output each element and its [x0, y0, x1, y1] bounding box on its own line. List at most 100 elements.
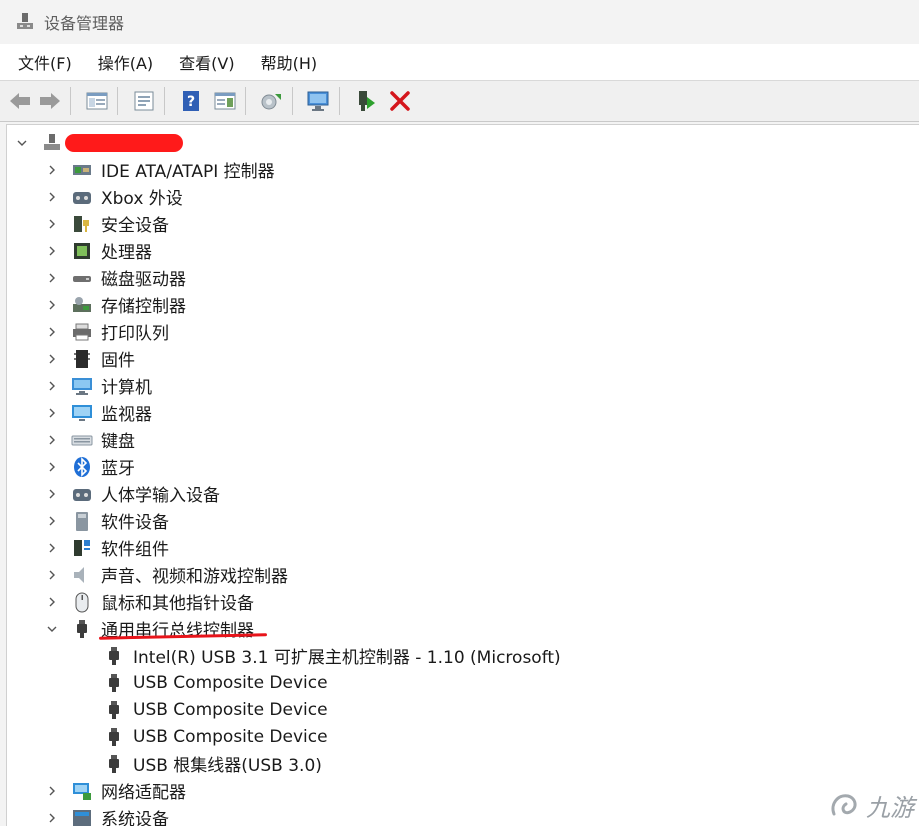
- forward-button[interactable]: [36, 87, 64, 115]
- tree-item-label: USB Composite Device: [133, 700, 328, 720]
- tree-item-label: 固件: [101, 346, 135, 371]
- tree-item-label: 磁盘驱动器: [101, 265, 186, 290]
- chevron-right-icon[interactable]: [45, 460, 59, 474]
- tree-device-item[interactable]: USB Composite Device: [103, 669, 328, 696]
- toolbar-separator: [117, 87, 118, 115]
- tree-category[interactable]: 处理器: [45, 237, 152, 264]
- tree-category[interactable]: IDE ATA/ATAPI 控制器: [45, 156, 275, 183]
- tree-category[interactable]: 监视器: [45, 399, 152, 426]
- tree-category[interactable]: 打印队列: [45, 318, 169, 345]
- chevron-right-icon[interactable]: [45, 595, 59, 609]
- usb-device-icon: [103, 645, 125, 667]
- tree-category[interactable]: 软件设备: [45, 507, 169, 534]
- update-driver-button[interactable]: [258, 87, 286, 115]
- scan-hardware-button[interactable]: [305, 87, 333, 115]
- show-hide-tree-button[interactable]: [83, 87, 111, 115]
- chevron-right-icon[interactable]: [45, 163, 59, 177]
- tree-item-label: IDE ATA/ATAPI 控制器: [101, 157, 275, 182]
- computer-icon: [71, 375, 93, 397]
- chevron-right-icon[interactable]: [45, 433, 59, 447]
- toolbar-separator: [245, 87, 246, 115]
- help-button[interactable]: ?: [177, 87, 205, 115]
- tree-category[interactable]: 软件组件: [45, 534, 169, 561]
- tree-category[interactable]: 鼠标和其他指针设备: [45, 588, 254, 615]
- chevron-right-icon[interactable]: [45, 190, 59, 204]
- chevron-right-icon[interactable]: [45, 217, 59, 231]
- redacted-computer-name: [65, 134, 183, 152]
- menu-file[interactable]: 文件(F): [10, 50, 80, 74]
- tree-item-label: 人体学输入设备: [101, 481, 220, 506]
- tree-item-label: USB Composite Device: [133, 727, 328, 747]
- back-arrow-icon: [8, 91, 32, 111]
- action-pane-button[interactable]: [211, 87, 239, 115]
- tree-root[interactable]: [15, 129, 63, 156]
- toolbar-separator: [292, 87, 293, 115]
- menu-help[interactable]: 帮助(H): [253, 50, 326, 74]
- tree-category[interactable]: 磁盘驱动器: [45, 264, 186, 291]
- usb-device-icon: [103, 699, 125, 721]
- device-manager-icon: [14, 11, 36, 33]
- tree-category[interactable]: 蓝牙: [45, 453, 135, 480]
- uninstall-device-button[interactable]: [386, 87, 414, 115]
- chevron-right-icon[interactable]: [45, 487, 59, 501]
- tree-category[interactable]: 计算机: [45, 372, 152, 399]
- tree-item-label: 网络适配器: [101, 778, 186, 803]
- chevron-right-icon[interactable]: [45, 514, 59, 528]
- back-button[interactable]: [6, 87, 34, 115]
- network-adapter-icon: [71, 780, 93, 802]
- tree-category[interactable]: 声音、视频和游戏控制器: [45, 561, 288, 588]
- chevron-right-icon[interactable]: [45, 325, 59, 339]
- chevron-right-icon[interactable]: [45, 811, 59, 825]
- software-component-icon: [71, 537, 93, 559]
- tree-category[interactable]: 固件: [45, 345, 135, 372]
- tree-item-label: 鼠标和其他指针设备: [101, 589, 254, 614]
- printer-icon: [71, 321, 93, 343]
- usb-icon: [71, 618, 93, 640]
- sound-icon: [71, 564, 93, 586]
- usb-device-icon: [103, 726, 125, 748]
- chevron-right-icon[interactable]: [45, 244, 59, 258]
- tree-category[interactable]: 人体学输入设备: [45, 480, 220, 507]
- tree-category[interactable]: Xbox 外设: [45, 183, 183, 210]
- tree-device-item[interactable]: USB Composite Device: [103, 723, 328, 750]
- chevron-right-icon[interactable]: [45, 379, 59, 393]
- tree-category[interactable]: 安全设备: [45, 210, 169, 237]
- xbox-peripheral-icon: [71, 186, 93, 208]
- chevron-right-icon[interactable]: [45, 541, 59, 555]
- menu-action[interactable]: 操作(A): [90, 50, 161, 74]
- chevron-right-icon[interactable]: [45, 298, 59, 312]
- chevron-right-icon[interactable]: [45, 271, 59, 285]
- tree-category[interactable]: 网络适配器: [45, 777, 186, 804]
- watermark-swirl-icon: [828, 790, 862, 820]
- svg-text:?: ?: [187, 94, 195, 110]
- chevron-down-icon[interactable]: [15, 136, 29, 150]
- enable-device-icon: [355, 89, 377, 113]
- tree-device-item[interactable]: USB Composite Device: [103, 696, 328, 723]
- tree-device-item[interactable]: Intel(R) USB 3.1 可扩展主机控制器 - 1.10 (Micros…: [103, 642, 561, 669]
- tree-category[interactable]: 存储控制器: [45, 291, 186, 318]
- tree-item-label: 声音、视频和游戏控制器: [101, 562, 288, 587]
- usb-device-icon: [103, 753, 125, 775]
- help-icon: ?: [180, 90, 202, 112]
- tree-category[interactable]: 系统设备: [45, 804, 169, 826]
- console-tree-icon: [86, 91, 108, 111]
- chevron-down-icon[interactable]: [45, 622, 59, 636]
- chevron-right-icon[interactable]: [45, 784, 59, 798]
- tree-item-label: 系统设备: [101, 805, 169, 826]
- enable-device-button[interactable]: [352, 87, 380, 115]
- tree-item-label: Xbox 外设: [101, 184, 183, 209]
- tree-item-label: 监视器: [101, 400, 152, 425]
- tree-category[interactable]: 键盘: [45, 426, 135, 453]
- chevron-right-icon[interactable]: [45, 352, 59, 366]
- chevron-right-icon[interactable]: [45, 406, 59, 420]
- menu-view[interactable]: 查看(V): [171, 50, 242, 74]
- tree-item-label: 蓝牙: [101, 454, 135, 479]
- menu-bar: 文件(F) 操作(A) 查看(V) 帮助(H): [0, 44, 919, 81]
- chevron-right-icon[interactable]: [45, 568, 59, 582]
- toolbar-separator: [339, 87, 340, 115]
- device-tree[interactable]: IDE ATA/ATAPI 控制器Xbox 外设安全设备处理器磁盘驱动器存储控制…: [6, 124, 919, 826]
- tree-device-item[interactable]: USB 根集线器(USB 3.0): [103, 750, 322, 777]
- properties-button[interactable]: [130, 87, 158, 115]
- system-device-icon: [71, 807, 93, 826]
- disk-drive-icon: [71, 267, 93, 289]
